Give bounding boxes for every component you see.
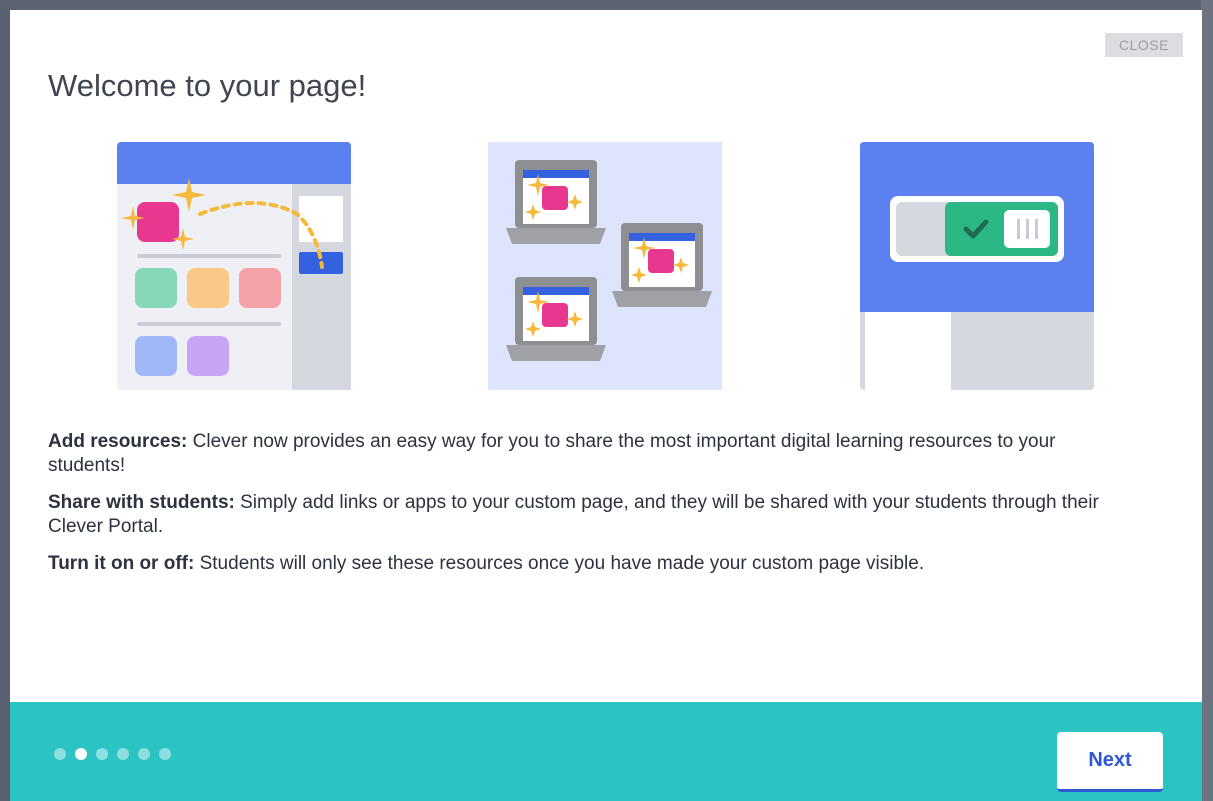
page-title: Welcome to your page! xyxy=(48,68,367,103)
description: Add resources: Clever now provides an ea… xyxy=(48,430,1128,589)
section-heading: Share with students: xyxy=(48,492,235,513)
close-button[interactable]: CLOSE xyxy=(1105,33,1183,57)
background-top xyxy=(0,0,1213,10)
step-dot[interactable] xyxy=(54,748,66,760)
step-dot[interactable] xyxy=(96,748,108,760)
resources-illustration xyxy=(117,142,351,390)
section-text: Clever now provides an easy way for you … xyxy=(48,431,1056,476)
welcome-modal: CLOSE Welcome to your page! Add resource… xyxy=(10,10,1202,801)
step-dot[interactable] xyxy=(117,748,129,760)
modal-footer: Next xyxy=(10,702,1202,801)
laptops-illustration xyxy=(488,142,722,390)
section-add-resources: Add resources: Clever now provides an ea… xyxy=(48,430,1128,478)
section-heading: Add resources: xyxy=(48,431,188,452)
section-toggle: Turn it on or off: Students will only se… xyxy=(48,552,1128,576)
background-right xyxy=(1201,0,1213,801)
step-indicator xyxy=(54,748,171,760)
next-button[interactable]: Next xyxy=(1057,732,1163,792)
section-text: Students will only see these resources o… xyxy=(194,553,925,574)
section-share-students: Share with students: Simply add links or… xyxy=(48,491,1128,539)
step-dot[interactable] xyxy=(159,748,171,760)
step-dot[interactable] xyxy=(138,748,150,760)
toggle-illustration xyxy=(860,142,1094,390)
section-heading: Turn it on or off: xyxy=(48,553,195,574)
step-dot-active[interactable] xyxy=(75,748,87,760)
